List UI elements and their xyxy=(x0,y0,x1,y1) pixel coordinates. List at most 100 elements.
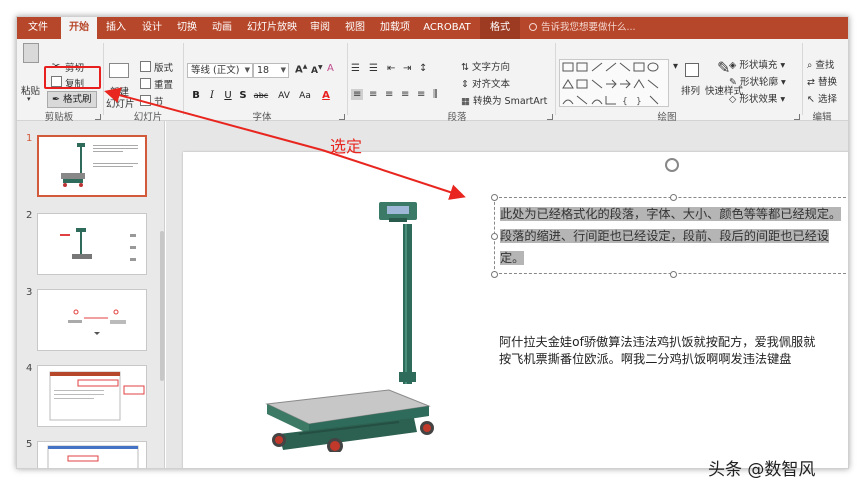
text-direction-icon: ⇅ xyxy=(461,62,469,73)
selected-paragraph-text: 此处为已经格式化的段落，字体、大小、颜色等等都已经规定。段落的缩进、行间距也已经… xyxy=(500,207,842,265)
gallery-more-icon[interactable]: ▾ xyxy=(673,61,678,72)
clear-format-icon[interactable]: A xyxy=(327,63,334,74)
slide-thumbnail-1[interactable] xyxy=(37,135,147,197)
resize-handle[interactable] xyxy=(670,271,677,278)
numbering-icon[interactable]: ☰ xyxy=(369,63,378,74)
rotate-handle-icon[interactable] xyxy=(665,158,679,172)
select-button[interactable]: ↖ 选择 xyxy=(807,91,837,105)
slide-number: 1 xyxy=(26,133,33,144)
body-paragraph[interactable]: 阿什拉夫金娃of骄傲算法违法鸡扒饭就按配方，爱我佩服就按飞机票撕番位欧派。啊我二… xyxy=(499,334,819,368)
paragraph-launcher-icon[interactable] xyxy=(547,114,553,120)
section-button[interactable]: 节 xyxy=(154,94,164,108)
align-center-icon[interactable]: ≡ xyxy=(369,89,377,100)
tab-insert[interactable]: 插入 xyxy=(101,17,131,39)
group-separator xyxy=(103,43,104,115)
shape-fill-button[interactable]: ◈ 形状填充 ▾ xyxy=(729,57,785,71)
decrease-indent-icon[interactable]: ⇤ xyxy=(387,63,395,74)
character-spacing-icon[interactable]: AV xyxy=(274,89,294,103)
format-painter-button[interactable]: ✒ 格式刷 xyxy=(47,91,97,108)
shape-effects-button[interactable]: ◇ 形状效果 ▾ xyxy=(729,91,785,105)
shadow-icon[interactable]: S xyxy=(236,89,250,103)
tab-review[interactable]: 审阅 xyxy=(305,17,335,39)
find-button[interactable]: ⌕ 查找 xyxy=(807,57,834,71)
slide-number: 3 xyxy=(26,287,33,298)
align-right-icon[interactable]: ≡ xyxy=(385,89,393,100)
reset-button[interactable]: 重置 xyxy=(154,77,173,91)
new-slide-button-line2[interactable]: 幻灯片 xyxy=(106,96,135,110)
paste-icon[interactable] xyxy=(23,43,39,63)
strikethrough-icon[interactable]: abc xyxy=(251,89,271,103)
new-slide-icon[interactable] xyxy=(109,63,129,78)
tab-view[interactable]: 视图 xyxy=(340,17,370,39)
resize-handle[interactable] xyxy=(491,194,498,201)
pen-icon: ✎ xyxy=(729,77,737,88)
tab-addins[interactable]: 加载项 xyxy=(375,17,415,39)
underline-icon[interactable]: U xyxy=(221,89,235,103)
platform-scale-image[interactable] xyxy=(239,172,439,452)
font-launcher-icon[interactable] xyxy=(339,114,345,120)
tab-animations[interactable]: 动画 xyxy=(207,17,237,39)
tab-format[interactable]: 格式 xyxy=(480,17,520,39)
resize-handle[interactable] xyxy=(848,194,849,201)
tab-acrobat[interactable]: ACROBAT xyxy=(421,17,473,39)
bold-icon[interactable]: B xyxy=(189,89,203,103)
slide-editing-area: 此处为已经格式化的段落，字体、大小、颜色等等都已经规定。段落的缩进、行间距也已经… xyxy=(166,121,849,468)
line-spacing-icon[interactable]: ↕ xyxy=(419,63,427,74)
tab-home[interactable]: 开始 xyxy=(61,17,97,39)
resize-handle[interactable] xyxy=(848,271,849,278)
annotation-label: 选定 xyxy=(330,137,363,156)
selected-text-box[interactable]: 此处为已经格式化的段落，字体、大小、颜色等等都已经规定。段落的缩进、行间距也已经… xyxy=(491,194,849,278)
slide-thumbnail-4[interactable] xyxy=(37,365,147,427)
find-label: 查找 xyxy=(815,60,835,71)
grow-font-icon[interactable]: A▲ xyxy=(295,63,307,75)
text-direction-button[interactable]: ⇅ 文字方向 xyxy=(461,59,510,73)
resize-handle[interactable] xyxy=(491,271,498,278)
shapes-gallery[interactable]: { } xyxy=(559,59,669,107)
align-left-icon[interactable]: ≡ xyxy=(351,89,364,100)
clipboard-launcher-icon[interactable] xyxy=(95,114,101,120)
font-size-value: 18 xyxy=(257,65,270,76)
svg-text:{: { xyxy=(622,97,628,107)
thumbnail-scrollbar[interactable] xyxy=(160,231,164,381)
tell-me-search[interactable]: 告诉我您想要做什么... xyxy=(529,17,636,39)
resize-handle[interactable] xyxy=(848,233,849,240)
powerpoint-window: 文件 开始 插入 设计 切换 动画 幻灯片放映 审阅 视图 加载项 ACROBA… xyxy=(16,16,849,469)
align-text-button[interactable]: ⇕ 对齐文本 xyxy=(461,76,510,90)
paste-dropdown-icon[interactable]: ▾ xyxy=(27,95,31,103)
replace-button[interactable]: ⇄ 替换 xyxy=(807,74,837,88)
slide-number: 2 xyxy=(26,210,33,221)
section-icon xyxy=(140,95,151,106)
slide-thumbnail-2[interactable] xyxy=(37,213,147,275)
chevron-down-icon: ▼ xyxy=(244,66,250,74)
shrink-font-icon[interactable]: A▼ xyxy=(311,64,323,76)
resize-handle[interactable] xyxy=(491,233,498,240)
tab-transitions[interactable]: 切换 xyxy=(172,17,202,39)
slide-thumbnail-5[interactable] xyxy=(37,441,147,468)
slide-thumbnail-3[interactable] xyxy=(37,289,147,351)
replace-label: 替换 xyxy=(818,77,838,88)
font-size-select[interactable]: 18 ▼ xyxy=(253,63,289,78)
arrange-icon[interactable] xyxy=(685,63,699,77)
slide-canvas[interactable]: 此处为已经格式化的段落，字体、大小、颜色等等都已经规定。段落的缩进、行间距也已经… xyxy=(183,152,849,468)
smartart-icon: ▦ xyxy=(461,96,470,107)
group-separator xyxy=(183,43,184,115)
distributed-icon[interactable]: ≡ xyxy=(417,89,425,100)
tab-slideshow[interactable]: 幻灯片放映 xyxy=(243,17,301,39)
tab-design[interactable]: 设计 xyxy=(137,17,167,39)
increase-indent-icon[interactable]: ⇥ xyxy=(403,63,411,74)
font-color-icon[interactable]: A xyxy=(319,89,333,103)
justify-icon[interactable]: ≡ xyxy=(401,89,409,100)
drawing-launcher-icon[interactable] xyxy=(794,114,800,120)
bullets-icon[interactable]: ☰ xyxy=(351,63,360,74)
shape-outline-button[interactable]: ✎ 形状轮廓 ▾ xyxy=(729,74,786,88)
arrange-button[interactable]: 排列 xyxy=(681,83,700,97)
smartart-button[interactable]: ▦ 转换为 SmartArt xyxy=(461,93,547,107)
resize-handle[interactable] xyxy=(670,194,677,201)
layout-button[interactable]: 版式 xyxy=(154,60,173,74)
font-family-select[interactable]: 等线 (正文) ▼ xyxy=(187,63,253,78)
columns-icon[interactable]: ⫼ xyxy=(433,89,438,100)
formatted-paragraph[interactable]: 此处为已经格式化的段落，字体、大小、颜色等等都已经规定。段落的缩进、行间距也已经… xyxy=(500,203,848,269)
tab-file[interactable]: 文件 xyxy=(23,17,53,39)
change-case-icon[interactable]: Aa xyxy=(296,89,314,103)
italic-icon[interactable]: I xyxy=(205,89,219,103)
